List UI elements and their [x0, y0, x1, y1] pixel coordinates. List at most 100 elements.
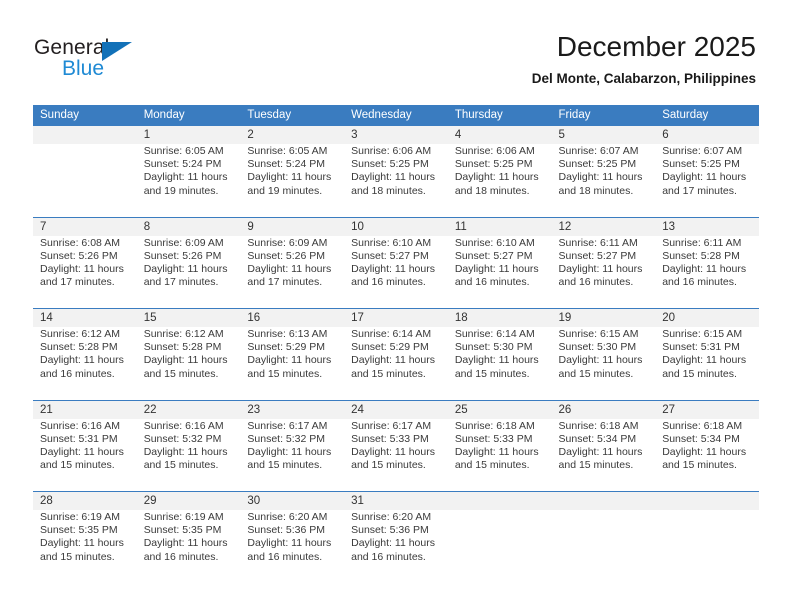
day-number[interactable]: 14: [33, 308, 137, 327]
day-number[interactable]: 1: [136, 126, 241, 144]
day-cell-empty: [447, 510, 552, 583]
day-cell[interactable]: Sunrise: 6:16 AM Sunset: 5:31 PM Daylight:…: [33, 418, 137, 492]
day-cell[interactable]: Sunrise: 6:16 AM Sunset: 5:32 PM Daylight:…: [136, 418, 241, 492]
day-number[interactable]: 31: [344, 491, 448, 510]
day-cell[interactable]: Sunrise: 6:11 AM Sunset: 5:28 PM Daylight:…: [655, 235, 759, 309]
day-number[interactable]: 17: [344, 308, 448, 327]
week-info-row: Sunrise: 6:08 AM Sunset: 5:26 PM Daylight:…: [33, 235, 759, 309]
day-number[interactable]: 21: [33, 399, 137, 419]
day-number[interactable]: 6: [655, 126, 759, 144]
day-number[interactable]: 10: [344, 216, 448, 236]
daylight-text-line1: Daylight: 11 hours: [351, 537, 435, 550]
daylight-text-line1: Daylight: 11 hours: [143, 171, 228, 184]
day-number[interactable]: 7: [33, 216, 137, 236]
day-cell[interactable]: Sunrise: 6:10 AM Sunset: 5:27 PM Daylight:…: [447, 235, 552, 309]
sunrise-text: Sunrise: 6:16 AM: [143, 419, 224, 432]
day-number[interactable]: 24: [344, 399, 448, 419]
day-number[interactable]: 2: [240, 126, 345, 144]
day-cell[interactable]: Sunrise: 6:06 AM Sunset: 5:25 PM Daylight:…: [344, 144, 448, 217]
day-cell[interactable]: Sunrise: 6:18 AM Sunset: 5:33 PM Daylight:…: [447, 418, 552, 492]
day-cell[interactable]: Sunrise: 6:12 AM Sunset: 5:28 PM Daylight:…: [136, 327, 241, 400]
day-cell[interactable]: Sunrise: 6:09 AM Sunset: 5:26 PM Daylight:…: [240, 235, 345, 309]
sunrise-text: Sunrise: 6:07 AM: [558, 145, 639, 157]
general-blue-logo[interactable]: General Blue: [34, 36, 164, 84]
day-cell-empty: [33, 144, 137, 217]
day-cell[interactable]: Sunrise: 6:18 AM Sunset: 5:34 PM Daylight:…: [551, 418, 656, 492]
day-number[interactable]: 3: [344, 126, 448, 144]
sunrise-text: Sunrise: 6:15 AM: [662, 328, 743, 340]
sunset-text: Sunset: 5:33 PM: [454, 432, 533, 445]
day-number[interactable]: 20: [655, 308, 759, 327]
day-number[interactable]: 19: [551, 308, 656, 327]
sunset-text: Sunset: 5:29 PM: [247, 341, 326, 354]
day-number[interactable]: 18: [447, 308, 552, 327]
day-cell[interactable]: Sunrise: 6:19 AM Sunset: 5:35 PM Daylight:…: [136, 510, 241, 583]
day-cell[interactable]: Sunrise: 6:17 AM Sunset: 5:32 PM Daylight:…: [240, 418, 345, 492]
sunset-text: Sunset: 5:27 PM: [454, 249, 533, 262]
day-cell[interactable]: Sunrise: 6:12 AM Sunset: 5:28 PM Daylight:…: [33, 327, 137, 400]
day-cell-empty: [551, 510, 656, 583]
day-number[interactable]: 12: [551, 216, 656, 236]
sunrise-text: Sunrise: 6:12 AM: [143, 328, 224, 340]
day-cell[interactable]: Sunrise: 6:05 AM Sunset: 5:24 PM Daylight:…: [240, 144, 345, 217]
week-daynumber-row: 21 22 23 24 25 26 27: [33, 399, 759, 419]
day-number[interactable]: 5: [551, 126, 656, 144]
day-cell[interactable]: Sunrise: 6:07 AM Sunset: 5:25 PM Daylight:…: [655, 144, 759, 217]
day-number[interactable]: 23: [240, 399, 345, 419]
day-cell[interactable]: Sunrise: 6:19 AM Sunset: 5:35 PM Daylight:…: [33, 510, 137, 583]
day-cell[interactable]: Sunrise: 6:15 AM Sunset: 5:30 PM Daylight:…: [551, 327, 656, 400]
daylight-text-line2: and 17 minutes.: [662, 184, 737, 197]
day-cell[interactable]: Sunrise: 6:18 AM Sunset: 5:34 PM Daylight:…: [655, 418, 759, 492]
sunrise-text: Sunrise: 6:18 AM: [662, 419, 743, 432]
day-cell[interactable]: Sunrise: 6:09 AM Sunset: 5:26 PM Daylight:…: [136, 235, 241, 309]
daylight-text-line2: and 18 minutes.: [351, 184, 426, 197]
day-number[interactable]: 15: [136, 308, 241, 327]
day-number[interactable]: 26: [551, 399, 656, 419]
day-cell-empty: [655, 510, 759, 583]
page-title: December 2025: [556, 31, 756, 62]
sunrise-text: Sunrise: 6:19 AM: [40, 511, 120, 523]
week-info-row: Sunrise: 6:12 AM Sunset: 5:28 PM Daylight:…: [33, 327, 759, 400]
day-number[interactable]: 8: [136, 216, 241, 236]
day-number[interactable]: 13: [655, 216, 759, 236]
day-cell[interactable]: Sunrise: 6:17 AM Sunset: 5:33 PM Daylight:…: [344, 418, 448, 492]
day-number[interactable]: 27: [655, 399, 759, 419]
daylight-text-line2: and 15 minutes.: [247, 459, 323, 472]
day-cell[interactable]: Sunrise: 6:20 AM Sunset: 5:36 PM Daylight:…: [344, 510, 448, 583]
daylight-text-line1: Daylight: 11 hours: [143, 537, 228, 550]
day-cell[interactable]: Sunrise: 6:06 AM Sunset: 5:25 PM Daylight:…: [447, 144, 552, 217]
day-number[interactable]: 9: [240, 216, 345, 236]
day-cell[interactable]: Sunrise: 6:05 AM Sunset: 5:24 PM Daylight:…: [136, 144, 241, 217]
day-number[interactable]: 25: [447, 399, 552, 419]
day-cell[interactable]: Sunrise: 6:20 AM Sunset: 5:36 PM Daylight:…: [240, 510, 345, 583]
day-cell[interactable]: Sunrise: 6:10 AM Sunset: 5:27 PM Daylight:…: [344, 235, 448, 309]
sunrise-text: Sunrise: 6:08 AM: [40, 236, 120, 249]
day-cell[interactable]: Sunrise: 6:07 AM Sunset: 5:25 PM Daylight:…: [551, 144, 656, 217]
day-number[interactable]: 11: [447, 216, 552, 236]
day-cell[interactable]: Sunrise: 6:14 AM Sunset: 5:29 PM Daylight:…: [344, 327, 448, 400]
day-number[interactable]: 29: [136, 491, 241, 510]
sunset-text: Sunset: 5:25 PM: [454, 158, 533, 171]
day-cell[interactable]: Sunrise: 6:13 AM Sunset: 5:29 PM Daylight:…: [240, 327, 345, 400]
day-cell[interactable]: Sunrise: 6:08 AM Sunset: 5:26 PM Daylight:…: [33, 235, 137, 309]
daylight-text-line2: and 15 minutes.: [662, 459, 737, 472]
sunset-text: Sunset: 5:34 PM: [662, 432, 740, 445]
day-number-empty: [655, 491, 759, 510]
sunrise-text: Sunrise: 6:19 AM: [143, 511, 224, 523]
day-number[interactable]: 22: [136, 399, 241, 419]
day-number[interactable]: 16: [240, 308, 345, 327]
day-cell[interactable]: Sunrise: 6:14 AM Sunset: 5:30 PM Daylight:…: [447, 327, 552, 400]
day-number[interactable]: 30: [240, 491, 345, 510]
day-number[interactable]: 28: [33, 491, 137, 510]
day-number[interactable]: 4: [447, 126, 552, 144]
daylight-text-line1: Daylight: 11 hours: [454, 171, 539, 184]
sunset-text: Sunset: 5:29 PM: [351, 341, 429, 354]
title-block: December 2025 Del Monte, Calabarzon, Phi…: [532, 30, 756, 87]
day-cell[interactable]: Sunrise: 6:15 AM Sunset: 5:31 PM Daylight:…: [655, 327, 759, 400]
weekday-header-friday: Friday: [551, 105, 656, 126]
weekday-header-row: Sunday Monday Tuesday Wednesday Thursday…: [33, 105, 759, 126]
daylight-text-line2: and 16 minutes.: [558, 276, 634, 289]
sunrise-text: Sunrise: 6:16 AM: [40, 419, 120, 432]
daylight-text-line1: Daylight: 11 hours: [247, 445, 332, 458]
day-cell[interactable]: Sunrise: 6:11 AM Sunset: 5:27 PM Daylight:…: [551, 235, 656, 309]
